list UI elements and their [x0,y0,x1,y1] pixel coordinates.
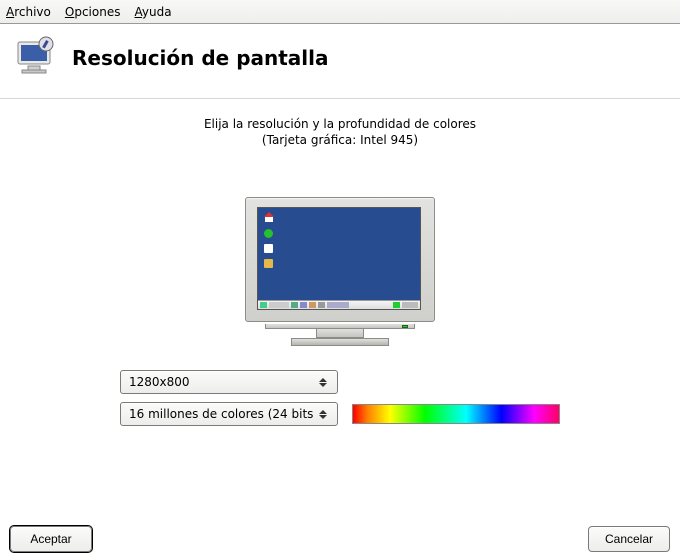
chevron-updown-icon [315,410,331,419]
preview-icon [264,244,273,253]
preview-screen [257,207,421,310]
preview-icon [264,259,273,268]
color-spectrum-preview [352,404,560,424]
menu-file[interactable]: Archivo [6,5,51,19]
header: Resolución de pantalla [0,24,680,99]
resolution-value: 1280x800 [129,375,190,389]
ok-button[interactable]: Aceptar [10,526,92,552]
color-depth-combobox[interactable]: 16 millones de colores (24 bits [120,402,338,426]
color-depth-value: 16 millones de colores (24 bits [129,407,313,421]
monitor-tool-icon [14,36,58,80]
instruction-text: Elija la resolución y la profundidad de … [16,117,664,131]
preview-icon [264,229,273,238]
graphics-card-info: (Tarjeta gráfica: Intel 945) [16,133,664,147]
chevron-updown-icon [315,378,331,387]
menu-help[interactable]: Ayuda [134,5,171,19]
content-area: Elija la resolución y la profundidad de … [0,99,680,426]
monitor-preview [245,197,435,346]
menubar: Archivo Opciones Ayuda [0,0,680,24]
resolution-combobox[interactable]: 1280x800 [120,370,338,394]
preview-taskbar [258,300,420,309]
menu-options[interactable]: Opciones [65,5,121,19]
page-title: Resolución de pantalla [72,46,329,70]
footer: Aceptar Cancelar [0,518,680,560]
cancel-button[interactable]: Cancelar [588,526,670,552]
